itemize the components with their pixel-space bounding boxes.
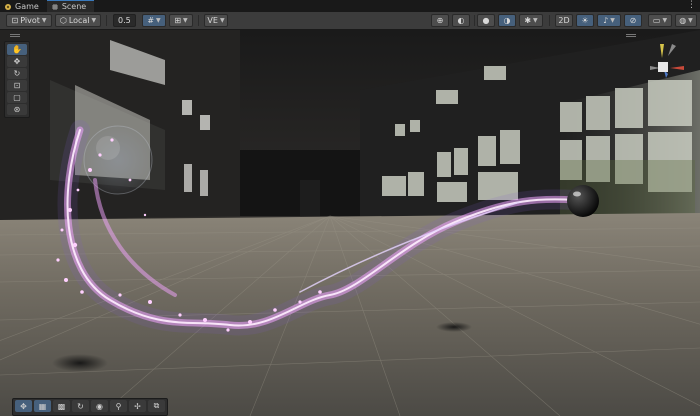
tab-game-label: Game bbox=[15, 2, 39, 11]
grid-snap-icon: # bbox=[147, 16, 155, 25]
box-icon: ⧉ bbox=[153, 401, 160, 410]
transform-icon: ✢ bbox=[134, 401, 141, 411]
chevron-down-icon: ▼ bbox=[688, 17, 693, 24]
tools-grip-handle[interactable] bbox=[10, 34, 20, 35]
chevron-down-icon: ▼ bbox=[219, 17, 225, 24]
grid-icon bbox=[51, 3, 59, 11]
transform-icon: ⊛ bbox=[13, 105, 21, 114]
move-icon: ✥ bbox=[13, 57, 21, 66]
chevron-down-icon: ▼ bbox=[91, 17, 97, 24]
grid-snap-toggle[interactable]: # ▼ bbox=[142, 14, 166, 27]
camera-icon: ▭ bbox=[652, 16, 661, 25]
transform-overlay-button[interactable]: ✢ bbox=[129, 400, 146, 412]
debug-draw-dropdown[interactable]: ✱ ▼ bbox=[519, 14, 543, 27]
search-overlay-button[interactable]: ⚲ bbox=[110, 400, 127, 412]
move-icon: ✥ bbox=[20, 401, 27, 411]
sphere-icon: ◉ bbox=[96, 401, 103, 411]
scene-viewport[interactable]: ✋ ✥ ↻ ⊡ ▢ ⊛ ✥ ▦ ▩ ↻ ◉ ⚲ ✢ ⧉ bbox=[0, 30, 700, 416]
grid-visibility-toggle[interactable]: ⊞ ▼ bbox=[169, 14, 193, 27]
local-dropdown[interactable]: ⬡ Local ▼ bbox=[55, 14, 101, 27]
move-overlay-button[interactable]: ✥ bbox=[15, 400, 32, 412]
search-icon: ⚲ bbox=[115, 401, 122, 411]
scene-toolbar: ⊡ Pivot ▼ ⬡ Local ▼ 0.5 # ▼ ⊞ ▼ VE ▼ ⊕ ◐ ● … bbox=[0, 12, 700, 30]
gizmos-dropdown[interactable]: ◍ ▼ bbox=[675, 14, 697, 27]
circle-icon: ● bbox=[482, 16, 490, 25]
globe-icon: ◍ bbox=[679, 16, 687, 25]
rotate-icon: ↻ bbox=[13, 69, 21, 78]
lighting-toggle[interactable]: ☀ bbox=[576, 14, 594, 27]
audio-icon: ♪ bbox=[603, 16, 609, 25]
snap-increment-field[interactable]: 0.5 bbox=[113, 14, 136, 27]
shaded-sphere-icon: ◑ bbox=[503, 16, 511, 25]
rotate-icon: ↻ bbox=[77, 401, 84, 411]
grid-icon: ⊞ bbox=[174, 16, 182, 25]
pivot-icon: ⊡ bbox=[11, 16, 19, 25]
chevron-down-icon: ▼ bbox=[533, 17, 538, 24]
paint-icon: ▩ bbox=[57, 401, 66, 411]
ve-dropdown[interactable]: VE ▼ bbox=[204, 14, 228, 27]
center-view-button[interactable]: ⊕ bbox=[431, 14, 449, 27]
rotate-tool-button[interactable]: ↻ bbox=[7, 68, 27, 79]
half-circle-icon: ◐ bbox=[457, 16, 465, 25]
more-options-icon[interactable]: ⋮ bbox=[687, 0, 696, 10]
overlay-toolbar: ✥ ▦ ▩ ↻ ◉ ⚲ ✢ ⧉ bbox=[12, 398, 168, 416]
chevron-down-icon: ▼ bbox=[610, 17, 615, 24]
hand-tool-button[interactable]: ✋ bbox=[7, 44, 27, 55]
move-tool-button[interactable]: ✥ bbox=[7, 56, 27, 67]
tab-game[interactable]: Game bbox=[0, 1, 47, 12]
gizmo-grip-handle[interactable] bbox=[626, 34, 636, 35]
pivot-dropdown[interactable]: ⊡ Pivot ▼ bbox=[6, 14, 52, 27]
axis-gizmo-icon bbox=[650, 44, 684, 78]
game-icon bbox=[4, 3, 12, 11]
divider bbox=[106, 15, 107, 26]
scale-tool-button[interactable]: ⊡ bbox=[7, 80, 27, 91]
hand-icon: ✋ bbox=[12, 45, 22, 54]
2d-label: 2D bbox=[558, 16, 570, 25]
scene-tools-panel: ✋ ✥ ↻ ⊡ ▢ ⊛ bbox=[4, 41, 30, 118]
tab-scene-label: Scene bbox=[61, 2, 87, 11]
shapes-icon: ▦ bbox=[38, 401, 47, 411]
shading-button[interactable]: ◐ bbox=[452, 14, 470, 27]
local-label: Local bbox=[68, 16, 90, 25]
crosshair-icon: ⊕ bbox=[436, 16, 444, 25]
chevron-down-icon: ▼ bbox=[41, 17, 47, 24]
rect-tool-button[interactable]: ▢ bbox=[7, 92, 27, 103]
ve-label: VE bbox=[207, 16, 218, 25]
divider bbox=[474, 15, 475, 26]
audio-toggle[interactable]: ♪ ▼ bbox=[597, 14, 621, 27]
shaded-button[interactable]: ◑ bbox=[498, 14, 516, 27]
shapes-overlay-button[interactable]: ▦ bbox=[34, 400, 51, 412]
paint-overlay-button[interactable]: ▩ bbox=[53, 400, 70, 412]
chevron-down-icon: ▼ bbox=[662, 17, 668, 24]
scene-render bbox=[0, 30, 700, 416]
visibility-toggle[interactable]: ⊘ bbox=[624, 14, 642, 27]
chevron-down-icon: ▼ bbox=[183, 17, 188, 24]
tab-scene[interactable]: Scene bbox=[46, 0, 95, 12]
eye-slash-icon: ⊘ bbox=[629, 16, 637, 25]
box-overlay-button[interactable]: ⧉ bbox=[148, 400, 165, 412]
pivot-label: Pivot bbox=[20, 16, 40, 25]
scale-icon: ⊡ bbox=[13, 81, 21, 90]
local-icon: ⬡ bbox=[59, 16, 67, 25]
camera-dropdown[interactable]: ▭ ▼ bbox=[648, 14, 672, 27]
wireframe-button[interactable]: ● bbox=[477, 14, 495, 27]
chevron-down-icon: ▼ bbox=[156, 17, 161, 24]
bug-icon: ✱ bbox=[524, 16, 532, 25]
rect-icon: ▢ bbox=[13, 93, 21, 102]
light-icon: ☀ bbox=[581, 16, 589, 25]
divider bbox=[549, 15, 550, 26]
divider bbox=[198, 15, 199, 26]
sphere-overlay-button[interactable]: ◉ bbox=[91, 400, 108, 412]
rotate-overlay-button[interactable]: ↻ bbox=[72, 400, 89, 412]
transform-tool-button[interactable]: ⊛ bbox=[7, 104, 27, 115]
orientation-gizmo[interactable] bbox=[642, 42, 692, 90]
2d-toggle[interactable]: 2D bbox=[555, 14, 573, 27]
